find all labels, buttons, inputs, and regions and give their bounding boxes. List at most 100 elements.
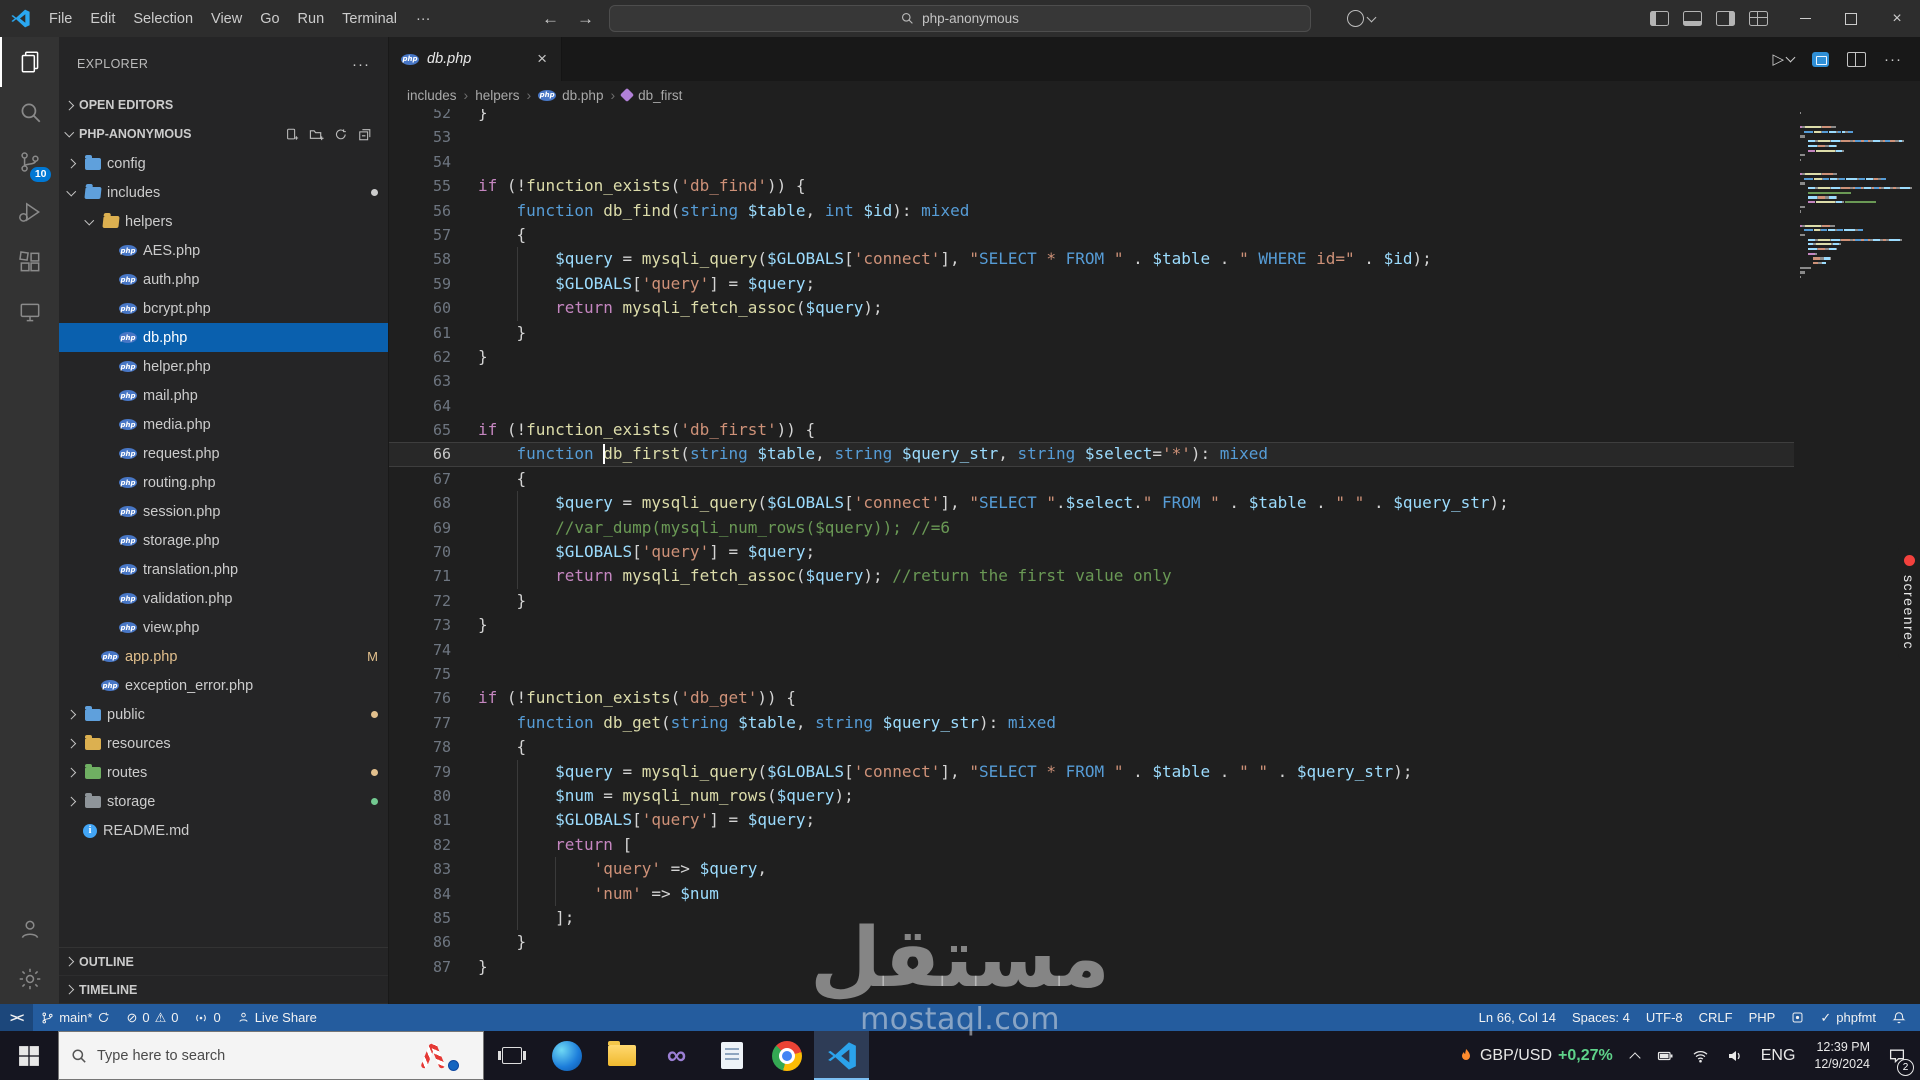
timeline-section[interactable]: TIMELINE	[59, 976, 388, 1004]
line-number[interactable]: 67	[389, 467, 478, 491]
code-line-64[interactable]: 64	[389, 394, 1802, 418]
notifications-bell[interactable]	[1884, 1004, 1914, 1031]
line-number[interactable]: 61	[389, 321, 478, 345]
tree-item-resources[interactable]: resources	[59, 729, 388, 758]
extensions-activity-button[interactable]	[0, 237, 59, 287]
line-number[interactable]: 76	[389, 686, 478, 710]
line-number[interactable]: 75	[389, 662, 478, 686]
source-control-activity-button[interactable]: 10	[0, 137, 59, 187]
taskbar-search[interactable]: Type here to search	[58, 1031, 484, 1080]
volume-indicator[interactable]	[1718, 1031, 1752, 1080]
code-line-53[interactable]: 53	[389, 125, 1802, 149]
line-number[interactable]: 58	[389, 247, 478, 271]
line-number[interactable]: 79	[389, 760, 478, 784]
line-number[interactable]: 72	[389, 589, 478, 613]
tree-item-routes[interactable]: routes	[59, 758, 388, 787]
split-editor-icon[interactable]	[1847, 51, 1866, 67]
ports-indicator[interactable]: 0	[186, 1004, 228, 1031]
tree-item-bcrypt-php[interactable]: bcrypt.php	[59, 294, 388, 323]
line-number[interactable]: 84	[389, 882, 478, 906]
toggle-panel-icon[interactable]	[1683, 11, 1702, 26]
tree-item-helper-php[interactable]: helper.php	[59, 352, 388, 381]
line-number[interactable]: 85	[389, 906, 478, 930]
menu-view[interactable]: View	[202, 8, 251, 30]
problems-indicator[interactable]: ⊘ 0 ⚠ 0	[118, 1004, 186, 1031]
search-activity-button[interactable]	[0, 87, 59, 137]
code-line-80[interactable]: 80 $num = mysqli_num_rows($query);	[389, 783, 1802, 809]
show-hidden-icons[interactable]	[1622, 1031, 1648, 1080]
line-number[interactable]: 69	[389, 516, 478, 540]
line-number[interactable]: 77	[389, 711, 478, 735]
eol-indicator[interactable]: CRLF	[1691, 1004, 1741, 1031]
accounts-button[interactable]	[0, 904, 59, 954]
breadcrumb-helpers[interactable]: helpers	[475, 88, 519, 103]
project-section[interactable]: PHP-ANONYMOUS	[59, 119, 388, 149]
tree-item-helpers[interactable]: helpers	[59, 207, 388, 236]
code-line-84[interactable]: 84 'num' => $num	[389, 881, 1802, 906]
menu-selection[interactable]: Selection	[124, 8, 202, 30]
encoding-indicator[interactable]: UTF-8	[1638, 1004, 1691, 1031]
line-number[interactable]: 68	[389, 491, 478, 515]
minimize-button[interactable]	[1782, 0, 1828, 37]
formatter-indicator[interactable]: ✓ phpfmt	[1812, 1004, 1884, 1031]
line-number[interactable]: 83	[389, 857, 478, 881]
tree-item-view-php[interactable]: view.php	[59, 613, 388, 642]
refresh-icon[interactable]	[334, 127, 348, 142]
tree-item-storage[interactable]: storage	[59, 787, 388, 816]
line-number[interactable]: 74	[389, 638, 478, 662]
code-line-82[interactable]: 82 return [	[389, 832, 1802, 858]
more-actions-icon[interactable]: ···	[1884, 51, 1902, 68]
line-number[interactable]: 55	[389, 174, 478, 198]
profile-menu[interactable]	[1347, 0, 1377, 37]
code-line-63[interactable]: 63	[389, 369, 1802, 393]
code-line-75[interactable]: 75	[389, 662, 1802, 686]
breadcrumb-db-first[interactable]: db_first	[620, 88, 682, 103]
line-number[interactable]: 86	[389, 930, 478, 954]
tab-close-icon[interactable]: ×	[535, 49, 549, 69]
tree-item-storage-php[interactable]: storage.php	[59, 526, 388, 555]
line-number[interactable]: 73	[389, 613, 478, 637]
branch-indicator[interactable]: main*	[33, 1004, 118, 1031]
code-line-55[interactable]: 55 if (!function_exists('db_find')) {	[389, 174, 1802, 198]
tree-item-validation-php[interactable]: validation.php	[59, 584, 388, 613]
indentation-indicator[interactable]: Spaces: 4	[1564, 1004, 1638, 1031]
menu-edit[interactable]: Edit	[81, 8, 124, 30]
code-line-60[interactable]: 60 return mysqli_fetch_assoc($query);	[389, 296, 1802, 321]
tree-item-app-php[interactable]: app.php M	[59, 642, 388, 671]
tab-db-php[interactable]: db.php ×	[389, 37, 562, 81]
code-line-83[interactable]: 83 'query' => $query,	[389, 857, 1802, 882]
code-line-65[interactable]: 65 if (!function_exists('db_first')) {	[389, 418, 1802, 442]
line-number[interactable]: 59	[389, 272, 478, 296]
code-line-67[interactable]: 67 {	[389, 467, 1802, 491]
tree-item-request-php[interactable]: request.php	[59, 439, 388, 468]
battery-indicator[interactable]	[1648, 1031, 1683, 1080]
tree-item-mail-php[interactable]: mail.php	[59, 381, 388, 410]
code-line-73[interactable]: 73}	[389, 613, 1802, 637]
customize-layout-icon[interactable]	[1749, 11, 1768, 26]
command-center-search[interactable]: php-anonymous	[609, 5, 1311, 32]
live-share-button[interactable]: Live Share	[229, 1004, 325, 1031]
taskbar-app-notepad[interactable]	[704, 1031, 759, 1080]
line-number[interactable]: 60	[389, 296, 478, 320]
action-center-button[interactable]: 2	[1880, 1031, 1920, 1080]
line-number[interactable]: 62	[389, 345, 478, 369]
code-line-58[interactable]: 58 $query = mysqli_query($GLOBALS['conne…	[389, 247, 1802, 272]
tree-item-readme-md[interactable]: README.md	[59, 816, 388, 845]
code-line-72[interactable]: 72 }	[389, 589, 1802, 613]
code-line-66[interactable]: 66 function db_first(string $table, stri…	[389, 442, 1802, 467]
remote-explorer-activity-button[interactable]	[0, 287, 59, 337]
code-editor[interactable]: 52} 53 54 55 if (!function_exists('db_find')…	[389, 109, 1920, 1004]
back-button[interactable]: ←	[542, 9, 559, 29]
code-line-56[interactable]: 56 function db_find(string $table, int $…	[389, 199, 1802, 223]
code-line-77[interactable]: 77 function db_get(string $table, string…	[389, 711, 1802, 735]
code-line-76[interactable]: 76 if (!function_exists('db_get')) {	[389, 686, 1802, 710]
code-line-74[interactable]: 74	[389, 638, 1802, 662]
breadcrumb-db-php[interactable]: db.php	[538, 88, 603, 103]
taskbar-app-edge[interactable]	[539, 1031, 594, 1080]
code-line-78[interactable]: 78 {	[389, 735, 1802, 759]
tree-item-session-php[interactable]: session.php	[59, 497, 388, 526]
remote-indicator[interactable]: ><	[0, 1004, 34, 1031]
run-debug-activity-button[interactable]	[0, 187, 59, 237]
sidebar-more-actions[interactable]: ···	[352, 56, 370, 73]
tree-item-translation-php[interactable]: translation.php	[59, 555, 388, 584]
